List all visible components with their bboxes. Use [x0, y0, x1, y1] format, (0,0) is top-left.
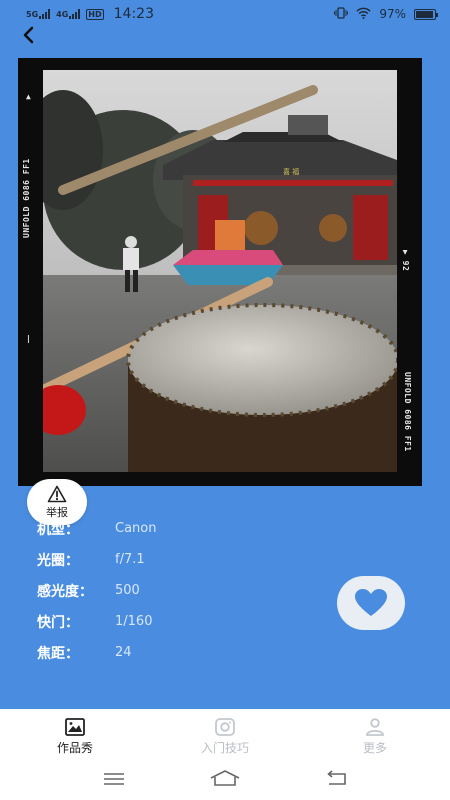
status-left: 5G 4G HD 14:23 [26, 6, 154, 22]
like-button[interactable] [337, 576, 405, 630]
heart-icon [355, 589, 387, 616]
tab-label: 作品秀 [56, 741, 93, 755]
photo-image[interactable]: 喜 福 [43, 70, 397, 472]
tab-more[interactable]: 更多 [300, 709, 450, 765]
signal-4g: 4G [56, 9, 81, 19]
battery-icon [414, 8, 438, 20]
info-row-iso: 感光度： 500 [37, 575, 337, 606]
tab-works[interactable]: 作品秀 [0, 709, 150, 765]
info-value: 500 [115, 583, 140, 598]
photo-scene: 喜 福 [43, 70, 397, 472]
info-value: 1/160 [115, 614, 153, 629]
back-nav-icon[interactable] [325, 770, 347, 790]
info-value: 24 [115, 645, 132, 660]
info-label: 机型： [37, 521, 79, 538]
info-row-focal: 焦距： 24 [37, 637, 337, 668]
status-right: 97% [334, 6, 438, 22]
signal-bars-icon [39, 9, 51, 19]
info-label: 光圈： [37, 552, 79, 569]
info-label: 感光度： [37, 583, 93, 600]
tab-label: 更多 [362, 741, 387, 755]
info-row-model: 机型： Canon [37, 513, 337, 544]
menu-icon[interactable] [103, 771, 125, 790]
tab-tips[interactable]: 入门技巧 [150, 709, 300, 765]
info-label: 焦距： [37, 645, 79, 662]
bottom-navigation: 作品秀 入门技巧 更多 [0, 709, 450, 800]
camera-icon [215, 718, 235, 736]
film-edge-text-right: UNFOLD 6086 FF1 [403, 372, 412, 452]
tab-label: 入门技巧 [200, 741, 249, 755]
frame-number-label: 92 [401, 260, 410, 272]
info-row-aperture: 光圈： f/7.1 [37, 544, 337, 575]
signal-bars-icon [69, 9, 81, 19]
film-edge-marker-left-2: | [26, 334, 32, 343]
tab-bar: 作品秀 入门技巧 更多 [0, 709, 450, 765]
warning-icon [47, 485, 67, 502]
info-value: f/7.1 [115, 552, 145, 567]
exif-info-list: 机型： Canon 光圈： f/7.1 感光度： 500 快门： 1/160 焦… [37, 513, 337, 668]
hd-badge: HD [86, 8, 104, 20]
battery-percent: 97% [379, 7, 406, 21]
signal-5g-label: 5G [26, 10, 39, 19]
person-icon [366, 718, 384, 736]
info-label: 快门： [37, 614, 79, 631]
signal-5g: 5G [26, 9, 51, 19]
signal-4g-label: 4G [56, 10, 69, 19]
wifi-icon [356, 7, 371, 22]
film-edge-marker-left: ▲ [26, 92, 32, 101]
back-button[interactable] [16, 22, 42, 48]
home-icon[interactable] [210, 770, 240, 790]
image-icon [65, 718, 85, 736]
film-edge-text-left: UNFOLD 6086 FF1 [22, 158, 31, 238]
system-navigation-bar [0, 765, 450, 795]
info-value: Canon [115, 521, 157, 536]
temple-sign-text: 喜 福 [283, 167, 299, 176]
film-frame-number: ▶ 92 [401, 250, 410, 272]
vibrate-icon [334, 6, 349, 22]
photo-frame[interactable]: UNFOLD 6086 FF1 ▲ | UNFOLD 6086 FF1 ▶ 92 [18, 58, 422, 486]
info-row-shutter: 快门： 1/160 [37, 606, 337, 637]
status-time: 14:23 [113, 6, 154, 22]
status-bar: 5G 4G HD 14:23 97% [0, 0, 450, 28]
chevron-left-icon [23, 26, 34, 44]
